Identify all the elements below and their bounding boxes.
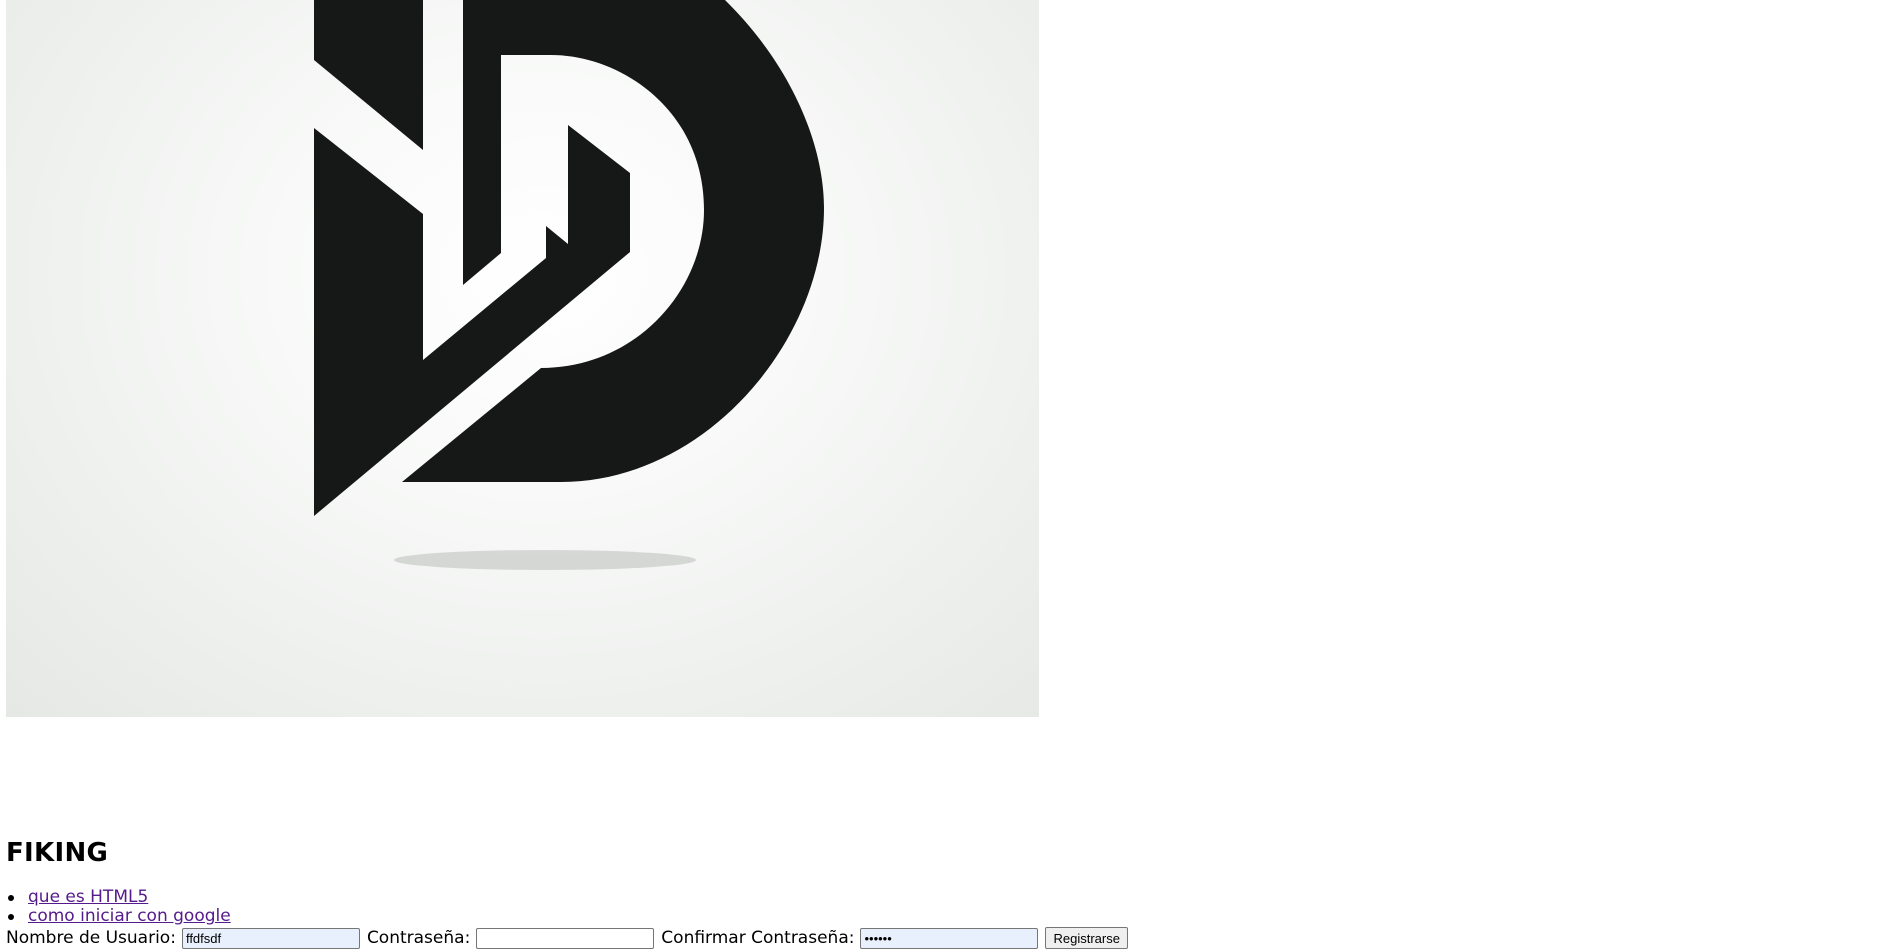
username-label: Nombre de Usuario:	[6, 928, 176, 948]
confirm-password-label: Confirmar Contraseña:	[661, 928, 855, 948]
logo-image	[6, 0, 1039, 717]
password-label: Contraseña:	[366, 928, 471, 948]
list-item: que es HTML5	[6, 888, 231, 907]
list-item: como iniciar con google	[6, 907, 231, 926]
registration-form: Nombre de Usuario: Contraseña: Confirmar…	[6, 927, 1128, 949]
bullet-icon	[8, 914, 14, 920]
confirm-password-field[interactable]	[860, 927, 1039, 949]
page-title: FIKING	[6, 838, 109, 868]
link-que-es-html5[interactable]: que es HTML5	[28, 887, 148, 907]
nav-list: que es HTML5 como iniciar con google	[6, 888, 231, 926]
username-field[interactable]	[181, 927, 360, 949]
password-field[interactable]	[476, 927, 655, 949]
stylized-d-logo-icon	[314, 0, 824, 570]
link-como-iniciar-con-google[interactable]: como iniciar con google	[28, 906, 231, 926]
page: FIKING que es HTML5 como iniciar con goo…	[0, 0, 1901, 950]
bullet-icon	[8, 895, 14, 901]
register-button[interactable]: Registrarse	[1045, 927, 1128, 949]
